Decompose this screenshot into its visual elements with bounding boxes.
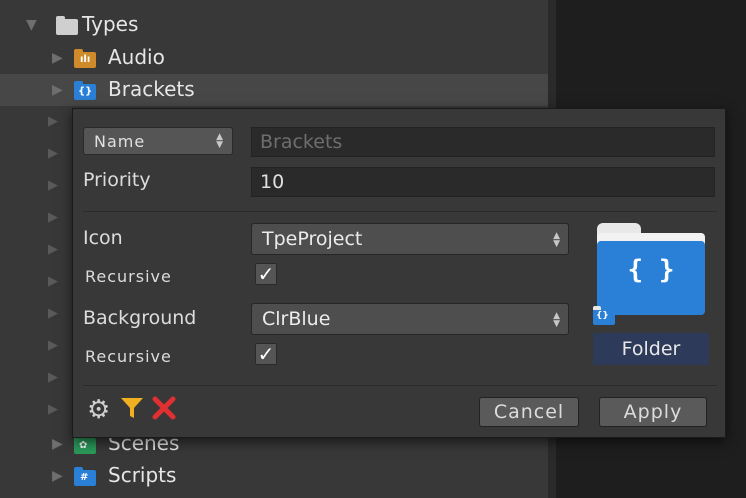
background-recursive-label: Recursive	[85, 347, 172, 366]
icon-label: Icon	[83, 227, 123, 249]
scripts-folder-icon: #	[74, 467, 96, 486]
background-label: Background	[83, 307, 197, 329]
small-folder-icon: {}	[593, 306, 615, 325]
filter-icon[interactable]	[119, 395, 145, 426]
name-mode-dropdown[interactable]: Name ▲ ▼	[83, 127, 233, 155]
icon-dropdown-value: TpeProject	[262, 228, 363, 250]
collapsed-arrow-icon[interactable]: ▶	[48, 306, 58, 321]
tree-item-label: Types	[82, 12, 139, 36]
collapsed-arrow-icon[interactable]: ▶	[52, 436, 63, 452]
divider	[83, 211, 717, 212]
apply-button[interactable]: Apply	[599, 397, 707, 427]
cancel-button[interactable]: Cancel	[479, 397, 579, 427]
name-field[interactable]: Brackets	[251, 127, 715, 157]
divider	[83, 385, 717, 386]
collapsed-arrow-icon[interactable]: ▶	[48, 210, 58, 225]
preview-label: Folder	[593, 333, 709, 365]
spinner-arrows-icon: ▲ ▼	[216, 132, 224, 150]
collapsed-arrow-icon[interactable]: ▶	[48, 114, 58, 129]
tree-item-scripts[interactable]: ▶ # Scripts	[0, 460, 556, 492]
scenes-folder-icon: ✿	[74, 435, 96, 454]
icon-recursive-label: Recursive	[85, 267, 172, 286]
tree-item-label: Scripts	[108, 463, 177, 487]
brackets-glyph: { }	[627, 255, 675, 285]
collapsed-arrow-icon[interactable]: ▶	[48, 146, 58, 161]
collapsed-arrow-icon[interactable]: ▶	[52, 82, 63, 98]
folder-preview: { } {} Folder	[593, 219, 709, 365]
expanded-arrow-icon[interactable]: ▼	[26, 17, 37, 33]
audio-folder-icon: ılı	[74, 49, 96, 68]
background-dropdown-value: ClrBlue	[262, 308, 331, 330]
background-recursive-checkbox[interactable]: ✓	[255, 343, 277, 365]
collapsed-arrow-icon[interactable]: ▶	[48, 338, 58, 353]
name-mode-label: Name	[94, 131, 146, 151]
tree-item-brackets[interactable]: ▶ {} Brackets	[0, 74, 556, 106]
tree-item-label: Audio	[108, 45, 165, 69]
spinner-arrows-icon: ▲ ▼	[553, 311, 560, 329]
background-dropdown[interactable]: ClrBlue ▲ ▼	[251, 303, 569, 335]
tree-item-audio[interactable]: ▶ ılı Audio	[0, 42, 556, 74]
collapsed-arrow-icon[interactable]: ▶	[48, 242, 58, 257]
tree-item-types[interactable]: ▼ Types	[0, 10, 556, 42]
collapsed-arrow-icon[interactable]: ▶	[52, 468, 63, 484]
icon-recursive-checkbox[interactable]: ✓	[255, 263, 277, 285]
close-icon[interactable]	[151, 395, 177, 426]
collapsed-arrow-icon[interactable]: ▶	[48, 178, 58, 193]
priority-label: Priority	[83, 169, 151, 191]
collapsed-arrow-icon[interactable]: ▶	[48, 402, 58, 417]
icon-dropdown[interactable]: TpeProject ▲ ▼	[251, 223, 569, 255]
folder-icon	[56, 16, 78, 35]
priority-field[interactable]: 10	[251, 167, 715, 197]
gear-icon[interactable]: ⚙	[87, 397, 110, 423]
brackets-folder-icon: {}	[74, 81, 96, 100]
hidden-tree-arrows: ▶ ▶ ▶ ▶ ▶ ▶ ▶ ▶ ▶ ▶	[44, 108, 72, 433]
spinner-arrows-icon: ▲ ▼	[553, 231, 560, 249]
collapsed-arrow-icon[interactable]: ▶	[48, 370, 58, 385]
tree-item-label: Brackets	[108, 77, 195, 101]
collapsed-arrow-icon[interactable]: ▶	[48, 274, 58, 289]
collapsed-arrow-icon[interactable]: ▶	[52, 50, 63, 66]
folder-settings-popup: Name ▲ ▼ Brackets Priority 10 Icon TpePro…	[72, 108, 726, 438]
